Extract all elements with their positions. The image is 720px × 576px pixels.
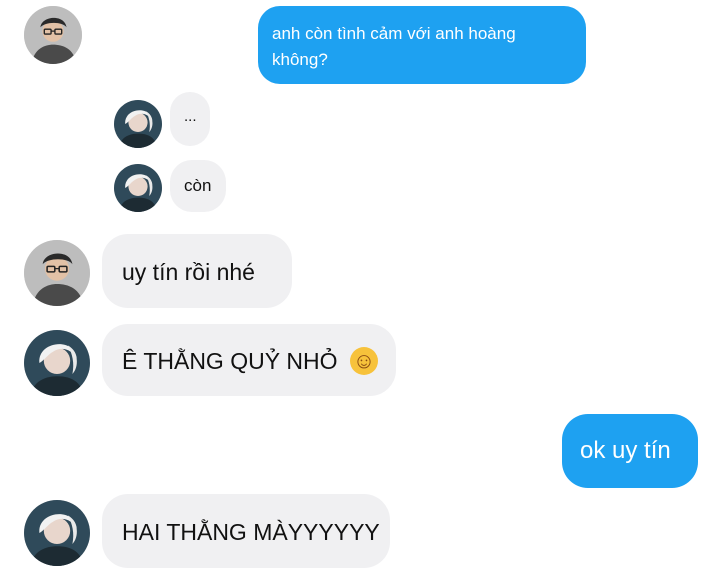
- outgoing-message-bubble[interactable]: ok uy tín: [562, 414, 698, 488]
- avatar-glasses-icon[interactable]: [24, 240, 90, 306]
- incoming-message-bubble[interactable]: còn: [170, 160, 226, 212]
- avatar-white-hair-icon[interactable]: [24, 330, 90, 396]
- message-text: Ê THẰNG QUỶ NHỎ: [122, 348, 338, 374]
- avatar-glasses-icon[interactable]: [24, 6, 82, 64]
- message-text: anh còn tình cảm với anh hoàng không?: [272, 24, 516, 69]
- smiling-face-emoji-icon: ☺: [349, 347, 378, 375]
- incoming-message-bubble[interactable]: HAI THẰNG MÀYYYYYY: [102, 494, 390, 568]
- incoming-message-bubble[interactable]: uy tín rồi nhé: [102, 234, 292, 308]
- message-text: còn: [184, 176, 212, 195]
- incoming-message-bubble[interactable]: ...: [170, 92, 210, 146]
- message-text: uy tín rồi nhé: [122, 259, 255, 285]
- avatar-white-hair-icon[interactable]: [114, 100, 162, 148]
- message-text: HAI THẰNG MÀYYYYYY: [122, 519, 380, 545]
- message-text: ok uy tín: [580, 437, 671, 464]
- message-text: ...: [184, 108, 197, 125]
- outgoing-message-bubble[interactable]: anh còn tình cảm với anh hoàng không?: [258, 6, 586, 84]
- incoming-message-bubble[interactable]: Ê THẰNG QUỶ NHỎ ☺: [102, 324, 396, 396]
- avatar-white-hair-icon[interactable]: [24, 500, 90, 566]
- avatar-white-hair-icon[interactable]: [114, 164, 162, 212]
